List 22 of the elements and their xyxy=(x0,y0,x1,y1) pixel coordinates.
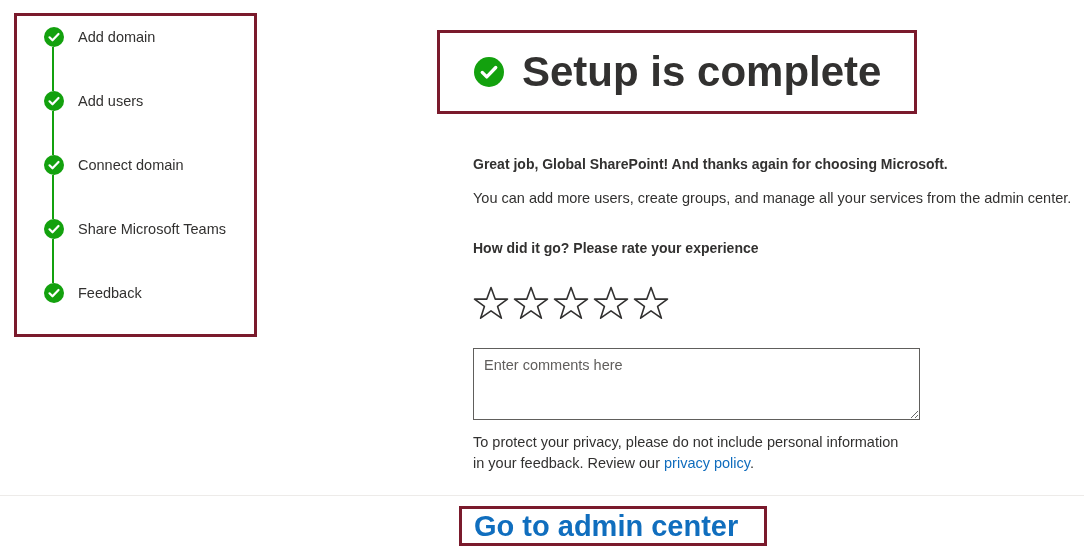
step-connector xyxy=(52,111,54,155)
rating-prompt: How did it go? Please rate your experience xyxy=(473,240,760,256)
page-title: Setup is complete xyxy=(522,48,882,96)
star-icon[interactable] xyxy=(553,286,589,320)
comments-field[interactable]: Enter comments here xyxy=(473,348,920,420)
step-label: Share Microsoft Teams xyxy=(78,221,226,237)
star-icon[interactable] xyxy=(513,286,549,320)
privacy-link[interactable]: privacy policy xyxy=(664,455,750,471)
star-icon[interactable] xyxy=(593,286,629,320)
step-label: Add users xyxy=(78,93,144,109)
step-connector xyxy=(52,239,54,283)
step-connector xyxy=(52,175,54,219)
step-label: Feedback xyxy=(78,285,142,301)
step-label: Add domain xyxy=(78,29,156,45)
star-icon[interactable] xyxy=(633,286,669,320)
step-label: Connect domain xyxy=(78,157,184,173)
admin-center-link[interactable]: Go to admin center xyxy=(459,506,767,546)
step-connector xyxy=(52,47,54,91)
thanks-message: Great job, Global SharePoint! And thanks again for choosing Microsoft. xyxy=(473,156,949,172)
star-icon[interactable] xyxy=(473,286,509,320)
info-text: You can add more users, create groups, and manage all your services from the admin center. xyxy=(473,190,1072,206)
privacy-note: To protect your privacy, please do not include personal information in your feedback. Review our privacy policy. xyxy=(473,433,900,473)
